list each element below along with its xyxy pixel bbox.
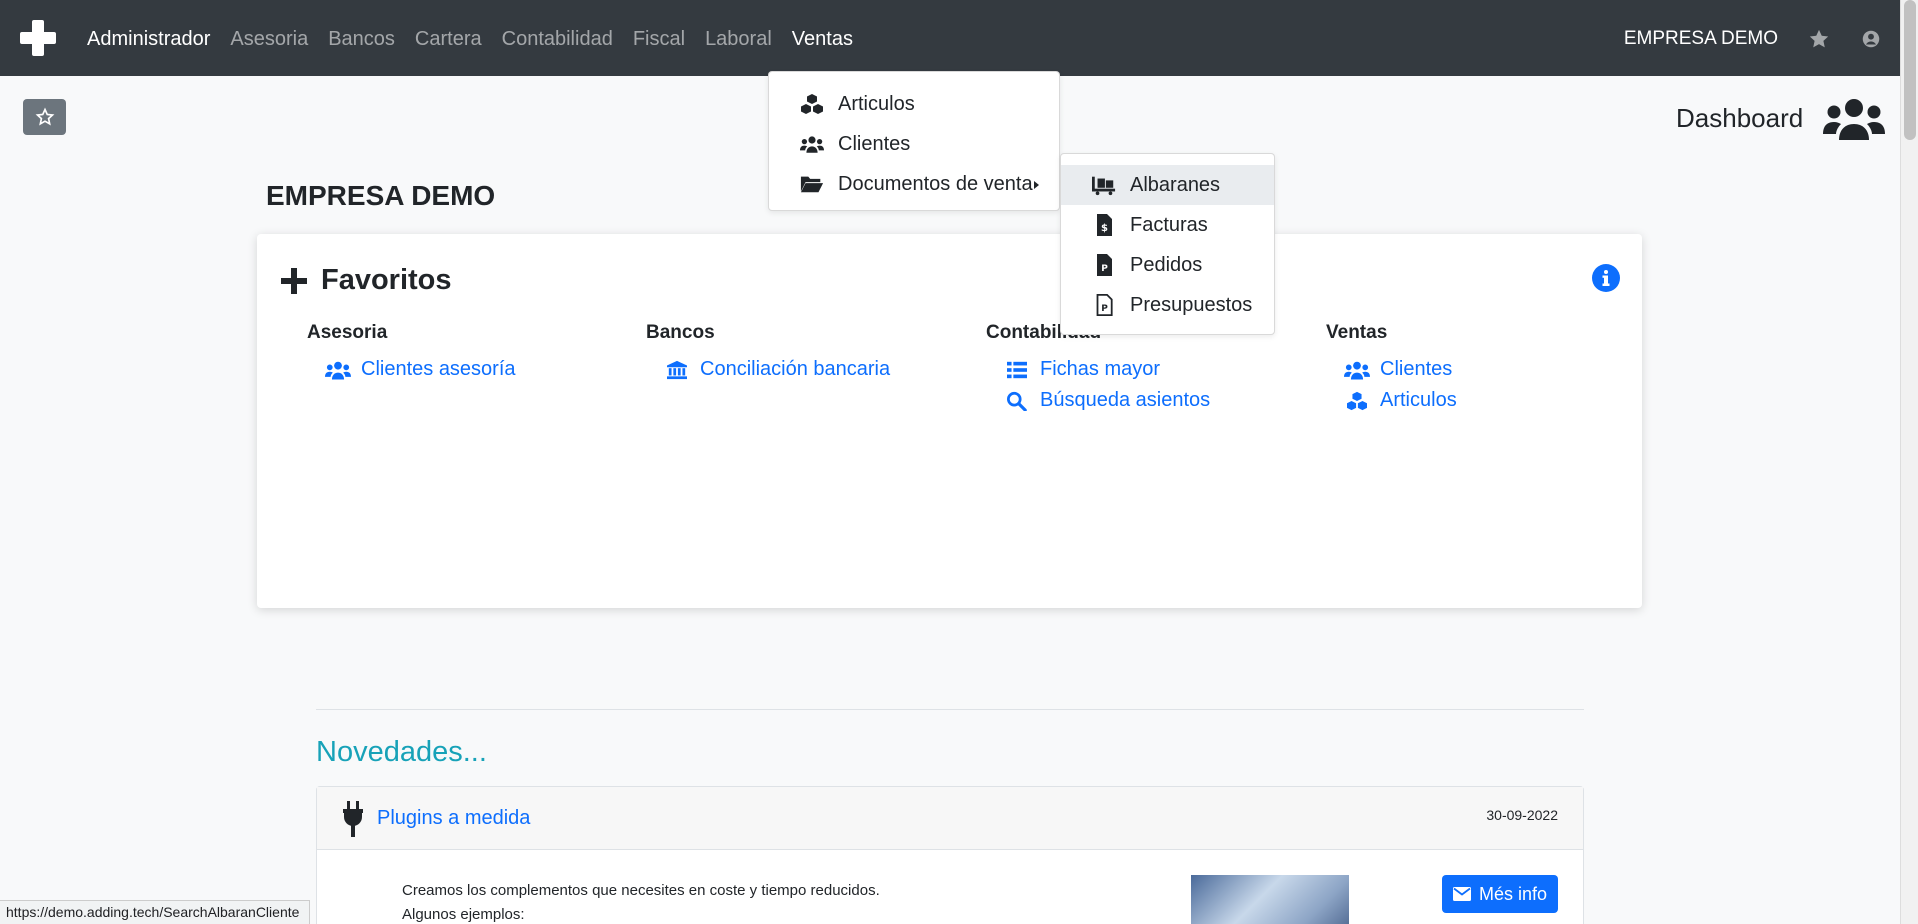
scrollbar-thumb[interactable] (1904, 0, 1916, 140)
news-body: Creamos los complementos que necesites e… (402, 879, 880, 924)
submenu-arrow-icon (1034, 181, 1039, 189)
fav-link-conciliacion-bancaria[interactable]: Conciliación bancaria (664, 358, 890, 381)
news-date: 30-09-2022 (1486, 807, 1558, 823)
menu-cartera[interactable]: Cartera (415, 28, 482, 51)
documentos-submenu: Albaranes $ Facturas P Pedidos P Presupu… (1060, 153, 1275, 335)
users-icon (1344, 361, 1370, 380)
user-circle-icon[interactable] (1860, 28, 1882, 50)
news-body-line: Algunos ejemplos: (402, 906, 525, 923)
favorites-title: Favoritos (321, 264, 452, 296)
info-icon[interactable] (1592, 264, 1620, 292)
menu-bancos[interactable]: Bancos (328, 28, 395, 51)
bank-icon (667, 360, 687, 379)
fav-link-label: Articulos (1380, 389, 1457, 411)
favorites-card: Favoritos Asesoria Clientes asesoría Ban… (257, 234, 1642, 608)
menu-item-label: Clientes (838, 132, 911, 155)
submenu-item-facturas[interactable]: $ Facturas (1061, 205, 1274, 245)
scrollbar[interactable] (1900, 0, 1918, 924)
quote-icon: P (1096, 294, 1113, 316)
menu-contabilidad[interactable]: Contabilidad (502, 28, 613, 51)
fav-column-ventas: Ventas Clientes Articulos (1326, 322, 1457, 420)
more-info-label: Més info (1478, 883, 1548, 904)
menu-item-label: Facturas (1130, 213, 1208, 236)
users-icon (325, 361, 351, 380)
submenu-item-presupuestos[interactable]: P Presupuestos (1061, 285, 1274, 325)
menu-item-label: Presupuestos (1130, 293, 1253, 316)
search-icon (1007, 391, 1027, 411)
fav-column-asesoria: Asesoria Clientes asesoría (307, 322, 516, 389)
menu-fiscal[interactable]: Fiscal (633, 28, 685, 51)
fav-link-label: Conciliación bancaria (700, 358, 891, 380)
cubes-icon (801, 94, 823, 114)
menu-laboral[interactable]: Laboral (705, 28, 772, 51)
dashboard-title: Dashboard (1676, 102, 1804, 133)
svg-text:$: $ (1101, 223, 1108, 234)
menu-item-documentos-de-venta[interactable]: Documentos de venta (769, 164, 1059, 204)
fav-column-bancos: Bancos Conciliación bancaria (646, 322, 890, 389)
menu-item-label: Documentos de venta (838, 172, 1033, 195)
submenu-item-albaranes[interactable]: Albaranes (1061, 165, 1274, 205)
fav-link-clientes[interactable]: Clientes (1344, 358, 1457, 381)
fav-link-articulos[interactable]: Articulos (1344, 389, 1457, 412)
fav-heading: Ventas (1326, 322, 1388, 343)
section-divider (316, 709, 1584, 710)
fav-heading: Asesoria (307, 322, 388, 343)
fav-link-label: Fichas mayor (1040, 358, 1161, 380)
fav-link-label: Clientes (1380, 358, 1453, 380)
star-outline-icon (35, 107, 54, 126)
company-title: EMPRESA DEMO (266, 180, 496, 211)
envelope-icon (1452, 887, 1471, 901)
menu-administrador[interactable]: Administrador (87, 28, 210, 51)
order-icon: P (1097, 254, 1112, 276)
menu-asesoria[interactable]: Asesoria (230, 28, 308, 51)
menu-item-label: Albaranes (1130, 173, 1221, 196)
news-body-line: Creamos los complementos que necesites e… (402, 882, 880, 899)
dolly-icon (1092, 176, 1116, 196)
svg-text:P: P (1101, 304, 1108, 314)
dashboard-header: Dashboard (1676, 96, 1886, 140)
plus-icon[interactable] (281, 267, 307, 294)
menu-item-articulos[interactable]: Articulos (769, 84, 1059, 124)
menu-item-label: Articulos (838, 92, 915, 115)
plug-icon (343, 801, 363, 837)
fav-link-label: Clientes asesoría (361, 358, 516, 380)
cubes-icon (1347, 391, 1367, 410)
news-thumbnail (1191, 875, 1349, 924)
fav-link-fichas-mayor[interactable]: Fichas mayor (1004, 358, 1210, 381)
folder-open-icon (800, 176, 824, 193)
fav-heading: Bancos (646, 322, 715, 343)
users-icon (1823, 99, 1886, 140)
favorite-toggle-button[interactable] (23, 99, 66, 135)
news-card: Plugins a medida 30-09-2022 Creamos los … (316, 786, 1584, 924)
news-title-link[interactable]: Plugins a medida (377, 807, 530, 830)
list-icon (1007, 361, 1027, 378)
fav-column-contabilidad: Contabilidad Fichas mayor Búsqueda asien… (986, 322, 1210, 420)
fav-link-clientes-asesoria[interactable]: Clientes asesoría (325, 358, 516, 381)
users-icon (800, 136, 824, 153)
fav-link-busqueda-asientos[interactable]: Búsqueda asientos (1004, 389, 1210, 412)
svg-text:P: P (1101, 264, 1108, 274)
menu-item-label: Pedidos (1130, 253, 1203, 276)
menu-ventas[interactable]: Ventas (792, 28, 853, 51)
news-header: Plugins a medida 30-09-2022 (317, 787, 1583, 850)
ventas-dropdown: Articulos Clientes Documentos de venta (768, 71, 1060, 211)
company-selector[interactable]: EMPRESA DEMO (1624, 28, 1778, 50)
star-icon[interactable] (1808, 28, 1830, 50)
status-bar-url: https://demo.adding.tech/SearchAlbaranCl… (0, 900, 311, 924)
top-navbar: Administrador Asesoria Bancos Cartera Co… (0, 0, 1900, 76)
menu-item-clientes[interactable]: Clientes (769, 124, 1059, 164)
novedades-title: Novedades... (316, 736, 487, 768)
plus-logo-icon[interactable] (18, 20, 58, 60)
main-menu: Administrador Asesoria Bancos Cartera Co… (87, 28, 853, 51)
submenu-item-pedidos[interactable]: P Pedidos (1061, 245, 1274, 285)
fav-link-label: Búsqueda asientos (1040, 389, 1211, 411)
invoice-icon: $ (1097, 214, 1112, 236)
more-info-button[interactable]: Més info (1442, 875, 1558, 913)
